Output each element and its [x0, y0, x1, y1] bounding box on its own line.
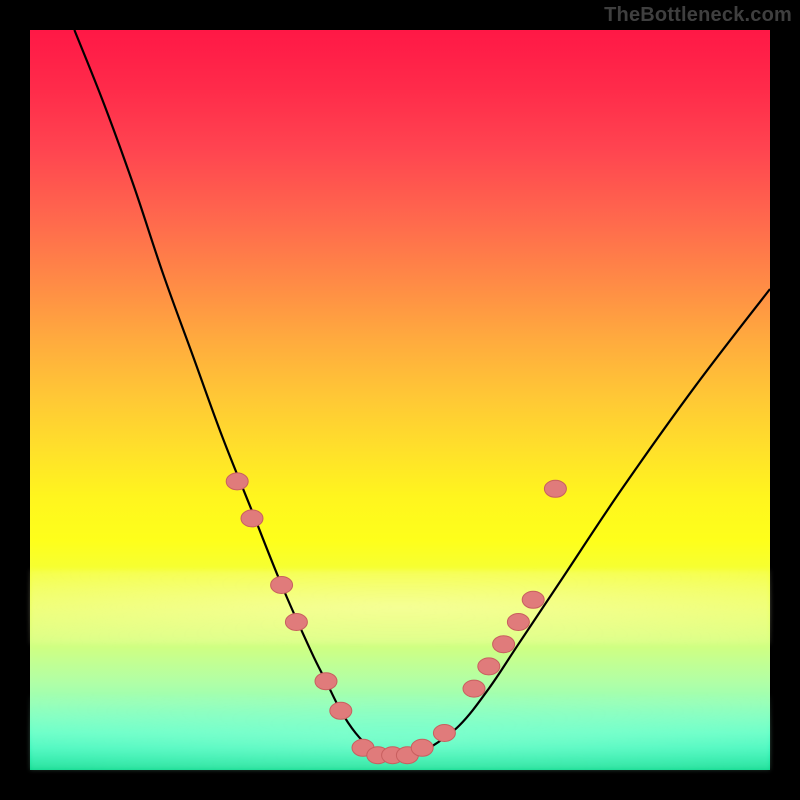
- data-marker: [411, 739, 433, 756]
- bottleneck-curve: [74, 30, 770, 756]
- data-marker: [226, 473, 248, 490]
- data-marker: [544, 480, 566, 497]
- marker-group: [226, 473, 566, 764]
- data-marker: [493, 636, 515, 653]
- data-marker: [315, 673, 337, 690]
- data-marker: [285, 614, 307, 631]
- chart-frame: TheBottleneck.com: [0, 0, 800, 800]
- data-marker: [522, 591, 544, 608]
- data-marker: [330, 702, 352, 719]
- data-marker: [463, 680, 485, 697]
- watermark-text: TheBottleneck.com: [604, 4, 792, 27]
- data-marker: [271, 577, 293, 594]
- data-marker: [478, 658, 500, 675]
- data-marker: [241, 510, 263, 527]
- plot-area: [30, 30, 770, 770]
- chart-svg: [30, 30, 770, 770]
- data-marker: [433, 725, 455, 742]
- data-marker: [507, 614, 529, 631]
